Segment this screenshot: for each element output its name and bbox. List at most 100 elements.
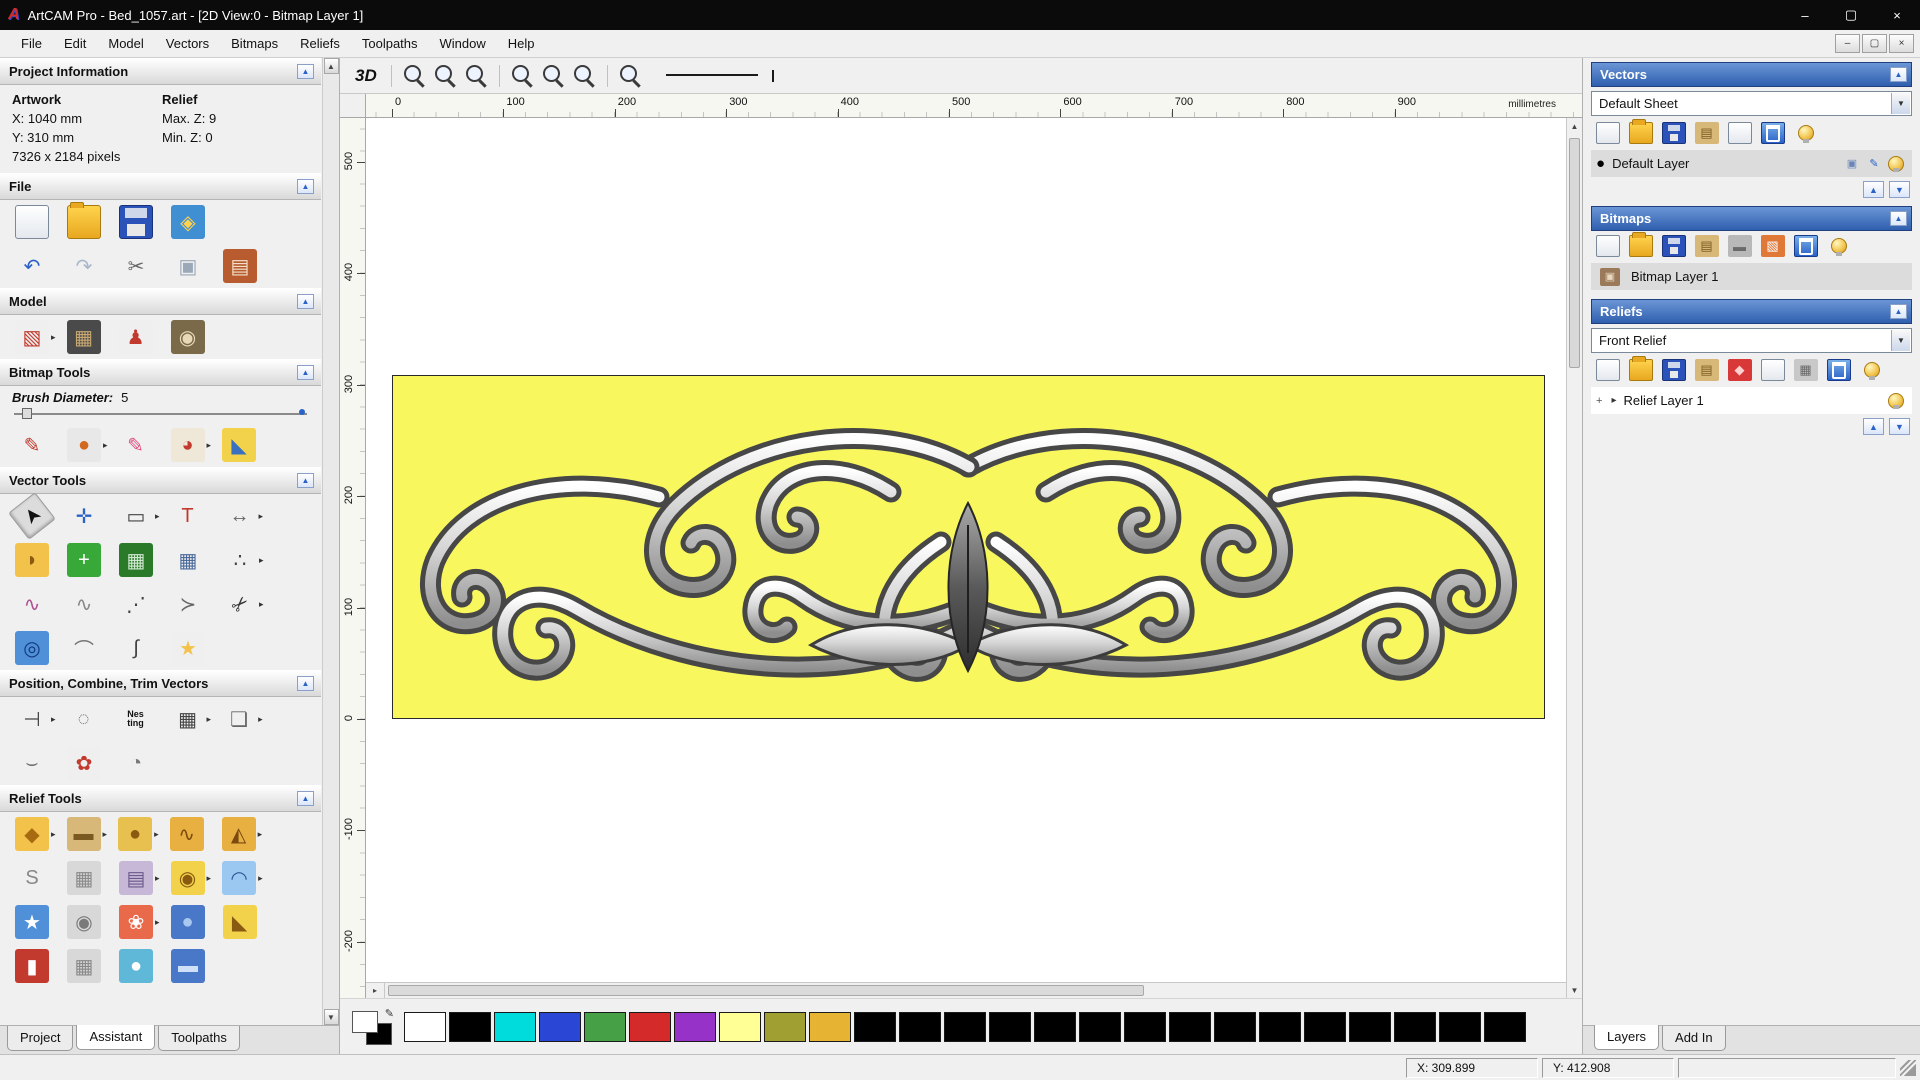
menu-model[interactable]: Model xyxy=(97,32,154,55)
window-resize-grip[interactable] xyxy=(1900,1059,1916,1076)
scroll-down-icon[interactable]: ▼ xyxy=(323,1009,339,1025)
relief-tool-extra-3-icon[interactable]: ● xyxy=(119,949,153,983)
select-vectors-icon[interactable]: ➤ xyxy=(8,492,56,540)
reset-relief-icon[interactable]: ◆ xyxy=(1727,359,1752,381)
palette-colour-5[interactable] xyxy=(629,1011,671,1042)
collapse-section-icon[interactable]: ▲ xyxy=(297,64,314,79)
nesting-icon[interactable]: Nes ting xyxy=(119,702,153,736)
section-header-vector-tools[interactable]: Vector Tools ▲ xyxy=(0,467,321,494)
sheet-select-dropdown[interactable]: Default Sheet ▼ xyxy=(1591,91,1912,116)
copy-rotate-icon[interactable]: ❏ xyxy=(222,702,256,736)
palette-colour-6[interactable] xyxy=(674,1011,716,1042)
palette-colour-15[interactable] xyxy=(1079,1011,1121,1042)
palette-colour-18[interactable] xyxy=(1214,1011,1256,1042)
fan-relief-icon[interactable]: ❀ xyxy=(119,905,153,939)
redo-icon[interactable]: ↷ xyxy=(67,249,101,283)
tab-project[interactable]: Project xyxy=(7,1026,74,1051)
vertical-scroll-thumb[interactable] xyxy=(1569,138,1580,368)
weave-wizard-icon[interactable]: ▦ xyxy=(67,861,101,895)
spin-relief-icon[interactable]: S xyxy=(15,861,49,895)
current-colour-indicator[interactable]: ✎ xyxy=(352,1008,394,1045)
copy-icon[interactable]: ▣ xyxy=(171,249,205,283)
two-rail-sweep-icon[interactable]: ∿ xyxy=(169,817,204,851)
delete-vector-layer-icon[interactable] xyxy=(1760,122,1785,144)
palette-colour-16[interactable] xyxy=(1124,1011,1166,1042)
create-arc-icon[interactable]: ⌒ xyxy=(67,631,101,665)
palette-colour-14[interactable] xyxy=(1034,1011,1076,1042)
block-array-icon[interactable]: ▦ xyxy=(171,702,205,736)
create-polyline-icon[interactable]: ⋰ xyxy=(119,587,153,621)
align-vectors-icon[interactable]: ⊣ xyxy=(15,702,49,736)
save-vectors-icon[interactable] xyxy=(1661,122,1686,144)
close-button[interactable]: × xyxy=(1874,0,1920,30)
mdi-close-button[interactable]: × xyxy=(1889,34,1914,53)
palette-colour-0[interactable] xyxy=(404,1011,446,1042)
dropdown-arrow-icon[interactable]: ▼ xyxy=(1891,330,1910,351)
copy-rotate-icon-flyout-arrow[interactable]: ▸ xyxy=(258,714,263,725)
collapse-section-icon[interactable]: ▲ xyxy=(1890,304,1907,319)
collapse-section-icon[interactable]: ▲ xyxy=(1890,211,1907,226)
palette-colour-24[interactable] xyxy=(1484,1011,1526,1042)
bitmap-to-vector-icon[interactable]: ▦ xyxy=(119,543,153,577)
primary-colour-swatch[interactable] xyxy=(352,1010,378,1033)
delete-relief-layer-icon[interactable] xyxy=(1826,359,1851,381)
weld-vectors-icon[interactable]: ✿ xyxy=(67,746,101,780)
texture-relief-icon[interactable]: ▤ xyxy=(119,861,153,895)
colour-palette-icon-flyout-arrow[interactable]: ▸ xyxy=(207,440,212,451)
horizontal-scrollbar[interactable]: ▸ xyxy=(366,982,1566,998)
envelope-distort-icon[interactable]: ◠ xyxy=(222,861,257,895)
face-relief-icon[interactable]: ◉ xyxy=(67,905,101,939)
align-vectors-icon-flyout-arrow[interactable]: ▸ xyxy=(51,714,56,725)
layer-snap-icon[interactable]: ▣ xyxy=(1842,155,1862,173)
node-editing-icon[interactable]: + xyxy=(67,543,101,577)
move-layer-up-icon[interactable]: ▲ xyxy=(1863,181,1884,198)
paint-selective-icon[interactable]: ● xyxy=(67,428,101,462)
duplicate-relief-icon[interactable] xyxy=(1760,359,1785,381)
menu-file[interactable]: File xyxy=(10,32,53,55)
palette-colour-8[interactable] xyxy=(764,1011,806,1042)
extrude-icon-flyout-arrow[interactable]: ▸ xyxy=(258,829,263,840)
bitmaps-section-header[interactable]: Bitmaps ▲ xyxy=(1591,206,1912,231)
zoom-fit-icon[interactable]: ▣ xyxy=(509,62,536,89)
expand-layer-icon[interactable]: ▸ xyxy=(1611,395,1616,406)
sculpting-icon[interactable]: ♟ xyxy=(118,320,153,354)
section-header-bitmap-tools[interactable]: Bitmap Tools ▲ xyxy=(0,359,321,386)
palette-colour-2[interactable] xyxy=(494,1011,536,1042)
paste-along-curve-icon-flyout-arrow[interactable]: ▸ xyxy=(259,555,264,566)
menu-reliefs[interactable]: Reliefs xyxy=(289,32,351,55)
palette-colour-21[interactable] xyxy=(1349,1011,1391,1042)
palette-colour-13[interactable] xyxy=(989,1011,1031,1042)
palette-colour-3[interactable] xyxy=(539,1011,581,1042)
tab-toolpaths[interactable]: Toolpaths xyxy=(158,1026,240,1051)
create-rectangle-icon[interactable]: ▭ xyxy=(119,499,153,533)
colour-palette-icon[interactable]: ◕ xyxy=(170,428,205,462)
offset-vectors-icon[interactable]: ◗ xyxy=(15,543,49,577)
interactive-distort-icon[interactable]: ◉ xyxy=(170,861,205,895)
create-text-icon[interactable]: T xyxy=(171,499,205,533)
zoom-objects-icon[interactable]: ▤ xyxy=(540,62,567,89)
colour-reduce-icon[interactable]: ▧ xyxy=(1760,235,1785,257)
open-relief-icon[interactable] xyxy=(1628,356,1653,381)
relief-select-dropdown[interactable]: Front Relief ▼ xyxy=(1591,328,1912,353)
palette-colour-22[interactable] xyxy=(1394,1011,1436,1042)
palette-colour-20[interactable] xyxy=(1304,1011,1346,1042)
create-star-icon[interactable]: ★ xyxy=(171,631,205,665)
palette-colour-4[interactable] xyxy=(584,1011,626,1042)
flood-fill-icon[interactable]: ✎ xyxy=(119,428,153,462)
relief-tool-extra-1-icon[interactable]: ▮ xyxy=(15,949,49,983)
join-vectors-icon[interactable]: ∫ xyxy=(119,631,153,665)
relief-tool-extra-4-icon[interactable]: ▬ xyxy=(171,949,205,983)
horizontal-scroll-thumb[interactable] xyxy=(388,985,1144,996)
section-header-model[interactable]: Model ▲ xyxy=(0,288,321,315)
new-vector-layer-icon[interactable] xyxy=(1595,122,1620,144)
mdi-minimize-button[interactable]: – xyxy=(1835,34,1860,53)
create-circle-icon[interactable]: ◎ xyxy=(15,631,49,665)
star-wizard-icon[interactable]: ★ xyxy=(15,905,49,939)
line-width-selector[interactable] xyxy=(665,69,774,82)
move-layer-down-icon[interactable]: ▼ xyxy=(1889,181,1910,198)
circular-array-icon[interactable]: ◌ xyxy=(67,702,101,736)
sculpting-tools-icon-flyout-arrow[interactable]: ▸ xyxy=(154,829,159,840)
vector-layer-row[interactable]: ● Default Layer ▣ ✎ xyxy=(1591,150,1912,177)
menu-window[interactable]: Window xyxy=(429,32,497,55)
fit-curve-icon[interactable]: ∿ xyxy=(15,587,49,621)
